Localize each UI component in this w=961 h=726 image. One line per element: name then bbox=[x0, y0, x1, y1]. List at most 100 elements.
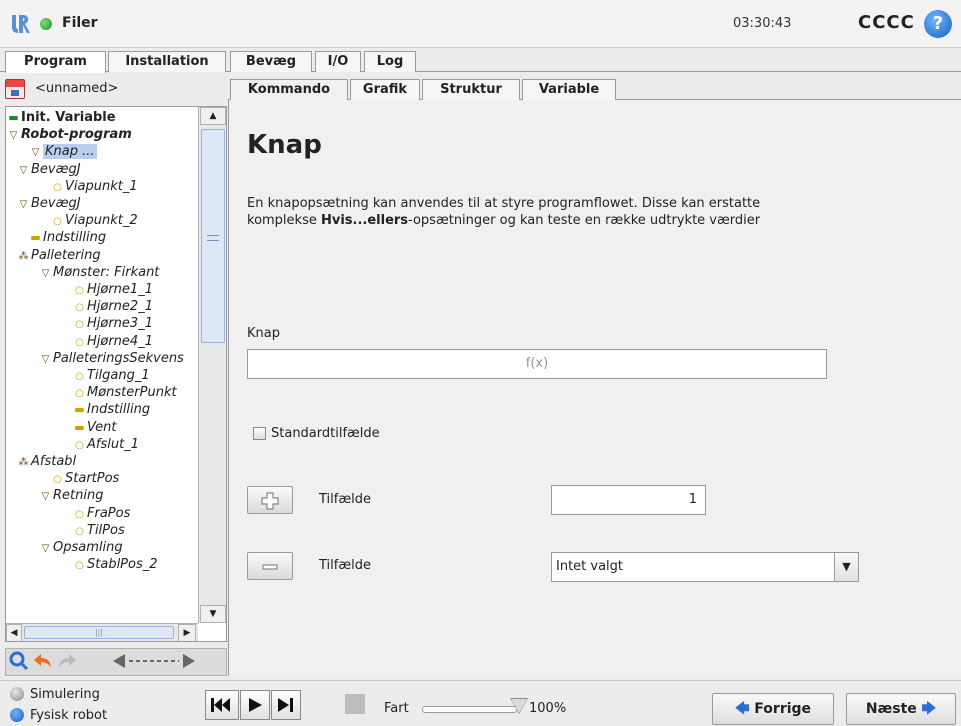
add-case-button[interactable] bbox=[247, 486, 293, 514]
tree-item[interactable]: ⁂ Afstabl bbox=[18, 453, 77, 470]
tree-item[interactable]: ○ TilPos bbox=[74, 522, 125, 539]
footer: Simulering Fysisk robot Fart 100% 🡄 Forr… bbox=[0, 680, 961, 726]
tree-item[interactable]: ▽ PalleteringsSekvens bbox=[40, 350, 184, 367]
waypoint-icon: ○ bbox=[75, 285, 84, 296]
default-case-checkbox[interactable] bbox=[253, 427, 266, 440]
search-icon[interactable] bbox=[8, 651, 30, 673]
tree-item-label: Init. Variable bbox=[21, 110, 116, 125]
tree-item[interactable]: ▽ Opsamling bbox=[40, 539, 123, 556]
tree-item[interactable]: ○ Hjørne4_1 bbox=[74, 333, 153, 350]
physical-robot-radio[interactable] bbox=[10, 708, 24, 722]
tree-item[interactable]: ▽ BevægJ bbox=[18, 195, 81, 212]
page-title: Knap bbox=[247, 130, 322, 160]
tree-item[interactable]: ○ Tilgang_1 bbox=[74, 367, 150, 384]
plus-icon bbox=[261, 492, 279, 510]
arrow-right-icon: 🡆 bbox=[921, 701, 937, 717]
tree-item[interactable]: ▬ Indstilling bbox=[30, 229, 106, 246]
waypoint-icon: ○ bbox=[75, 319, 84, 331]
tab-program[interactable]: Program bbox=[5, 51, 106, 73]
scroll-h-thumb[interactable]: ||| bbox=[24, 626, 174, 639]
tree-item[interactable]: ○ StartPos bbox=[52, 470, 119, 487]
expression-input[interactable]: f(x) bbox=[247, 349, 827, 379]
tree-item[interactable]: ⁂ Palletering bbox=[18, 247, 101, 264]
tree-item[interactable]: ○ StablPos_2 bbox=[74, 556, 158, 573]
next-button[interactable]: Næste 🡆 bbox=[846, 693, 956, 725]
description-pre: komplekse bbox=[247, 213, 321, 228]
remove-case-label: Tilfælde bbox=[319, 558, 371, 573]
tree-item-label: Hjørne4_1 bbox=[87, 333, 153, 349]
scroll-left-icon[interactable]: ◀ bbox=[6, 624, 22, 641]
tree-item-label: BevægJ bbox=[31, 196, 81, 211]
save-icon[interactable] bbox=[5, 79, 25, 99]
tab-kommando[interactable]: Kommando bbox=[230, 79, 348, 100]
tree-horizontal-scrollbar[interactable]: ◀ ||| ▶ bbox=[6, 623, 198, 641]
scroll-up-icon[interactable]: ▲ bbox=[200, 107, 226, 125]
app-title[interactable]: Filer bbox=[62, 15, 98, 31]
tree-item[interactable]: ○ MønsterPunkt bbox=[74, 384, 176, 401]
tree-item[interactable]: ▽ Mønster: Firkant bbox=[40, 264, 160, 281]
tab-installation[interactable]: Installation bbox=[108, 51, 226, 72]
tree-item-label: Afstabl bbox=[31, 454, 77, 469]
speed-slider-thumb[interactable] bbox=[511, 699, 527, 713]
next-label: Næste bbox=[865, 701, 917, 717]
tree-item-label: StablPos_2 bbox=[87, 557, 158, 573]
previous-label: Forrige bbox=[754, 701, 812, 717]
scroll-down-icon[interactable]: ▼ bbox=[200, 605, 226, 623]
tab-io[interactable]: I/O bbox=[315, 51, 361, 72]
step-icon bbox=[278, 698, 293, 712]
tree-item[interactable]: ▬ Vent bbox=[74, 419, 116, 436]
description-bold: Hvis...ellers bbox=[320, 213, 409, 228]
undo-icon[interactable] bbox=[32, 651, 54, 673]
case-value-input[interactable]: 1 bbox=[551, 485, 706, 515]
tree-item[interactable]: ○ Hjørne1_1 bbox=[74, 281, 153, 298]
speed-slider-track[interactable] bbox=[422, 706, 517, 713]
tree-vertical-scrollbar[interactable]: ▲ ▼ bbox=[198, 107, 226, 623]
tree-item-label: Retning bbox=[53, 488, 104, 504]
tree-item[interactable]: ▽ BevægJ bbox=[18, 161, 81, 178]
play-button[interactable] bbox=[240, 690, 270, 720]
tree-item[interactable]: ▽ Retning bbox=[40, 487, 104, 504]
case-select[interactable]: Intet valgt ▼ bbox=[551, 552, 859, 582]
tab-log[interactable]: Log bbox=[364, 51, 416, 72]
tab-grafik[interactable]: Grafik bbox=[350, 79, 420, 100]
rewind-button[interactable] bbox=[205, 690, 239, 720]
tree-item-label: Knap ... bbox=[43, 144, 97, 160]
stop-button[interactable] bbox=[340, 690, 370, 720]
remove-case-button[interactable] bbox=[247, 552, 293, 580]
tree-item[interactable]: ○ Viapunkt_2 bbox=[52, 212, 137, 229]
help-button[interactable]: ? bbox=[924, 10, 952, 38]
triangle-icon: ▽ bbox=[41, 267, 50, 279]
speed-label: Fart bbox=[384, 701, 409, 716]
scroll-right-icon[interactable]: ▶ bbox=[178, 624, 196, 641]
description: En knapopsætning kan anvendes til at sty… bbox=[247, 195, 947, 229]
tree-item-label: Hjørne2_1 bbox=[87, 299, 153, 315]
stop-icon bbox=[345, 694, 365, 714]
app-window: Filer 03:30:43 CCCC ? Program Installati… bbox=[0, 0, 961, 726]
tree-item[interactable]: ▬ Init. Variable bbox=[8, 109, 116, 126]
tree-item[interactable]: ▽ Robot-program bbox=[8, 126, 132, 143]
description-line-2: komplekse Hvis...ellers-opsætninger og k… bbox=[247, 212, 947, 229]
tree-item[interactable]: ○ Viapunkt_1 bbox=[52, 178, 138, 195]
tab-variable[interactable]: Variable bbox=[522, 79, 616, 100]
tree-item-label: PalleteringsSekvens bbox=[53, 350, 184, 366]
chevron-down-icon[interactable]: ▼ bbox=[834, 553, 858, 581]
tab-struktur[interactable]: Struktur bbox=[422, 79, 520, 100]
program-tree[interactable]: ▬ Init. Variable ▽ Robot-program ▽ Knap ... ▽ B… bbox=[5, 106, 227, 642]
tree-item[interactable]: ○ FraPos bbox=[74, 505, 130, 522]
tab-bevaeg[interactable]: Bevæg bbox=[230, 51, 312, 72]
tree-item[interactable]: ○ Hjørne3_1 bbox=[74, 315, 153, 332]
scroll-thumb[interactable] bbox=[201, 129, 225, 343]
previous-button[interactable]: 🡄 Forrige bbox=[712, 693, 834, 725]
simulation-radio[interactable] bbox=[10, 687, 24, 701]
tree-item-label: Viapunkt_1 bbox=[65, 178, 138, 194]
move-node-icon[interactable] bbox=[104, 651, 204, 673]
tree-item[interactable]: ▽ Knap ... bbox=[30, 143, 97, 160]
tree-item[interactable]: ▬ Indstilling bbox=[74, 401, 150, 418]
tree-item[interactable]: ○ Hjørne2_1 bbox=[74, 298, 153, 315]
redo-icon[interactable] bbox=[56, 651, 78, 673]
physical-robot-label: Fysisk robot bbox=[30, 708, 108, 723]
tree-item[interactable]: ○ Afslut_1 bbox=[74, 436, 139, 453]
step-button[interactable] bbox=[271, 690, 301, 720]
waypoint-icon: ○ bbox=[53, 474, 62, 486]
tree-item-label: FraPos bbox=[87, 505, 131, 521]
